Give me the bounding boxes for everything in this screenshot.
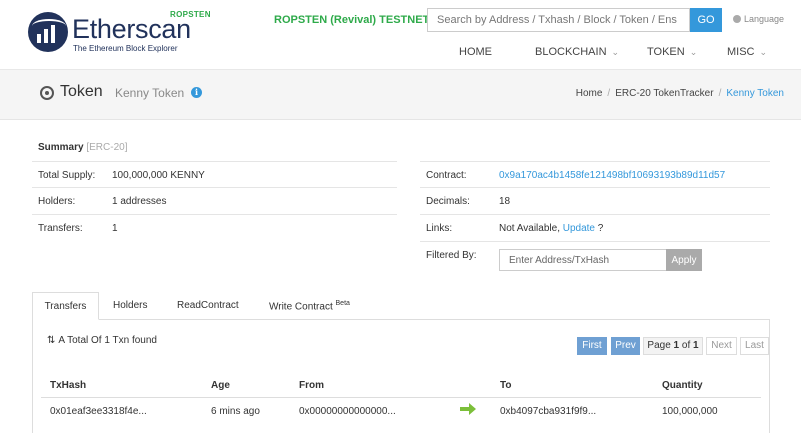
logo-tagline: The Ethereum Block Explorer — [73, 44, 178, 53]
breadcrumb-tokentracker[interactable]: ERC-20 TokenTracker — [615, 88, 713, 99]
decimals-row: Decimals: 18 — [420, 188, 770, 215]
holders-value: 1 addresses — [112, 196, 167, 207]
nav-token[interactable]: TOKEN ⌄ — [647, 46, 697, 58]
first-page-button[interactable]: First — [577, 337, 607, 355]
token-standard: [ERC-20] — [86, 142, 128, 153]
chevron-down-icon: ⌄ — [759, 47, 768, 57]
sort-icon: ⇅ — [47, 335, 56, 346]
search-go-button[interactable]: GO — [690, 8, 722, 32]
tab-read-contract[interactable]: ReadContract — [177, 292, 239, 320]
decimals-value: 18 — [499, 196, 511, 207]
arrow-right-icon — [460, 403, 476, 415]
search-input[interactable] — [427, 8, 690, 32]
logo-mark-icon — [28, 12, 68, 52]
chevron-down-icon: ⌄ — [689, 47, 698, 57]
page-title-bar: Token Kenny Token i Home / ERC-20 TokenTra… — [0, 70, 801, 120]
column-header-to: To — [500, 380, 512, 391]
next-page-button[interactable]: Next — [706, 337, 737, 355]
breadcrumb-home[interactable]: Home — [576, 88, 603, 99]
tab-transfers[interactable]: Transfers — [32, 292, 99, 320]
testnet-label: ROPSTEN (Revival) TESTNET — [274, 14, 430, 26]
from-address-link[interactable]: 0x00000000000000... — [299, 406, 396, 417]
txhash-link[interactable]: 0x01eaf3ee3318f4e... — [50, 406, 147, 417]
last-page-button[interactable]: Last — [740, 337, 769, 355]
column-header-txhash: TxHash — [50, 380, 87, 391]
total-supply-value: 100,000,000 KENNY — [112, 170, 205, 181]
tab-holders[interactable]: Holders — [113, 292, 147, 320]
globe-icon — [733, 15, 741, 23]
age-cell: 6 mins ago — [211, 406, 260, 417]
nav-home[interactable]: HOME — [459, 46, 492, 58]
transfers-row: Transfers: 1 — [38, 223, 118, 234]
language-selector[interactable]: Language — [733, 14, 784, 24]
quantity-cell: 100,000,000 — [662, 406, 718, 417]
transfers-value: 1 — [112, 223, 118, 234]
holders-row: Holders: 1 addresses — [32, 188, 397, 215]
network-badge: ROPSTEN — [170, 10, 211, 19]
beta-badge: Beta — [335, 300, 350, 307]
summary-heading: Summary [ERC-20] — [38, 142, 128, 153]
filter-input[interactable] — [499, 249, 667, 271]
breadcrumb: Home / ERC-20 TokenTracker / Kenny Token — [575, 88, 784, 99]
nav-blockchain[interactable]: BLOCKCHAIN ⌄ — [535, 46, 619, 58]
apply-filter-button[interactable]: Apply — [666, 249, 702, 271]
to-address-link[interactable]: 0xb4097cba931f9f9... — [500, 406, 596, 417]
contract-address-link[interactable]: 0x9a170ac4b1458fe121498bf10693193b89d11d… — [499, 170, 725, 181]
token-name: Kenny Token — [115, 86, 185, 100]
token-icon — [40, 86, 54, 100]
info-icon[interactable]: i — [191, 87, 202, 98]
tab-bar: Transfers Holders ReadContract Write Con… — [32, 292, 770, 320]
nav-misc[interactable]: MISC ⌄ — [727, 46, 767, 58]
column-header-age: Age — [211, 380, 230, 391]
table-header-divider — [41, 397, 761, 398]
chevron-down-icon: ⌄ — [611, 47, 620, 57]
links-row: Links: Not Available, Update ? — [420, 215, 770, 242]
total-supply-row: Total Supply: 100,000,000 KENNY — [32, 161, 397, 188]
page-title: Token — [60, 83, 103, 100]
prev-page-button[interactable]: Prev — [611, 337, 640, 355]
column-header-from: From — [299, 380, 324, 391]
etherscan-logo[interactable]: Etherscan The Ethereum Block Explorer RO… — [28, 10, 210, 54]
breadcrumb-current[interactable]: Kenny Token — [726, 88, 784, 99]
site-header: Etherscan The Ethereum Block Explorer RO… — [0, 0, 801, 70]
page-indicator: Page 1 of 1 — [643, 337, 703, 355]
column-header-quantity: Quantity — [662, 380, 703, 391]
update-link[interactable]: Update — [563, 223, 595, 234]
contract-row: Contract: 0x9a170ac4b1458fe121498bf10693… — [420, 161, 770, 188]
tab-write-contract[interactable]: Write Contract Beta — [269, 292, 350, 320]
txn-count: ⇅ A Total Of 1 Txn found — [47, 335, 157, 346]
